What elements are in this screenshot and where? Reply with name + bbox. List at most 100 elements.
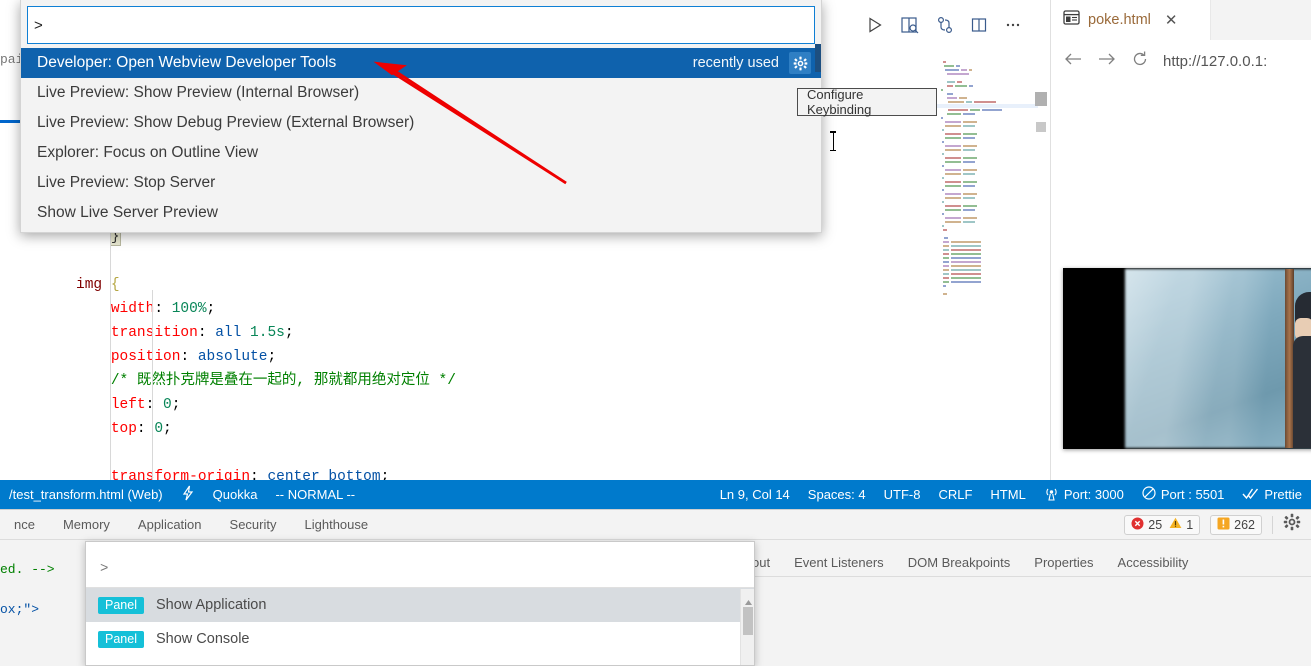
reload-icon[interactable] (1131, 50, 1149, 73)
split-editor-icon[interactable] (970, 16, 988, 34)
source-control-compare-icon[interactable] (936, 16, 954, 34)
devtools-status-area[interactable]: 25 1 262 (1124, 513, 1311, 536)
circle-slash-icon (1142, 486, 1156, 503)
command-palette-input[interactable] (27, 6, 815, 44)
code-line[interactable]: transform-origin: center bottom; (0, 465, 1040, 480)
devtools-command-options[interactable]: PanelShow ApplicationPanelShow ConsolePa… (86, 588, 754, 665)
devtools-tab[interactable]: nce (0, 517, 49, 532)
minimap-segment (950, 280, 981, 283)
minimap-segment (950, 244, 981, 247)
minimap-row (930, 80, 1038, 83)
status-bar-left[interactable]: /test_transform.html (Web) Quokka -- NORMA… (0, 480, 364, 509)
minimap-segment (963, 148, 975, 151)
minimap-segment (942, 252, 949, 255)
minimap-segment (948, 100, 964, 103)
scrollbar-thumb[interactable] (743, 607, 753, 635)
minimap-row (930, 120, 1038, 123)
code-line[interactable] (0, 441, 1040, 465)
palette-scrollbar[interactable] (815, 44, 821, 72)
minimap-row (930, 264, 1038, 267)
status-bar-item[interactable]: -- NORMAL -- (266, 480, 364, 509)
minimap-row (930, 196, 1038, 199)
devtools-command-badge: Panel (98, 596, 144, 614)
devtools-subtab[interactable]: Event Listeners (782, 555, 896, 570)
code-line[interactable]: left: 0; (0, 393, 1040, 417)
status-bar-item[interactable]: Port: 3000 (1035, 480, 1133, 509)
status-bar-item[interactable]: Port : 5501 (1133, 480, 1234, 509)
devtools-command-scrollbar[interactable] (740, 589, 754, 665)
minimap-row (930, 192, 1038, 195)
code-line[interactable] (0, 249, 1040, 273)
minimap-row (930, 260, 1038, 263)
split-preview-icon[interactable] (900, 16, 920, 34)
minimap-row (930, 220, 1038, 223)
error-count-badge[interactable]: 25 1 (1124, 514, 1201, 535)
editor-code-area[interactable]: } img { width: 100%; transition: all 1.5… (0, 225, 1040, 480)
minimap-segment (941, 164, 944, 167)
status-bar-item[interactable]: Prettie (1233, 480, 1311, 509)
back-arrow-icon[interactable] (1063, 51, 1083, 72)
command-palette-item[interactable]: Live Preview: Stop Server (21, 168, 821, 198)
devtools-subtab[interactable]: DOM Breakpoints (896, 555, 1023, 570)
status-bar-item-label: Prettie (1264, 487, 1302, 502)
status-bar-item[interactable]: HTML (981, 480, 1034, 509)
command-palette-item[interactable]: Live Preview: Show Preview (Internal Bro… (21, 78, 821, 108)
code-token: ; (284, 325, 294, 341)
status-bar-item[interactable] (172, 480, 204, 509)
devtools-command-option[interactable]: Panel (86, 656, 754, 665)
issue-count-badge[interactable]: 262 (1210, 514, 1262, 535)
code-line[interactable]: /* 既然扑克牌是叠在一起的, 那就都用绝对定位 */ (0, 369, 1040, 393)
command-palette-list[interactable]: Developer: Open Webview Developer Tools r… (21, 48, 821, 232)
editor-action-bar[interactable] (866, 10, 1046, 40)
devtools-tab[interactable]: Memory (49, 517, 124, 532)
devtools-command-option[interactable]: Panel Show Console (86, 622, 754, 656)
minimap-row (930, 72, 1038, 75)
devtools-tab[interactable]: Application (124, 517, 216, 532)
minimap-row (930, 144, 1038, 147)
code-line[interactable]: width: 100%; (0, 297, 1040, 321)
devtools-tabbar[interactable]: nce Memory Application Security Lighthouse 2… (0, 510, 1311, 540)
devtools-tab[interactable]: Security (216, 517, 291, 532)
gear-icon[interactable] (789, 52, 811, 74)
status-bar-right[interactable]: Ln 9, Col 14 Spaces: 4 UTF-8 CRLF HTML Port: … (711, 480, 1311, 509)
command-palette-item[interactable]: Explorer: Focus on Outline View (21, 138, 821, 168)
minimap-segment (942, 260, 949, 263)
close-icon[interactable]: ✕ (1165, 11, 1178, 29)
editor-minimap[interactable] (930, 60, 1038, 478)
more-actions-icon[interactable] (1004, 16, 1022, 34)
minimap-row (930, 180, 1038, 183)
minimap-slider-secondary[interactable] (1036, 122, 1046, 132)
minimap-row (930, 272, 1038, 275)
minimap-row (930, 136, 1038, 139)
forward-arrow-icon[interactable] (1097, 51, 1117, 72)
gear-icon[interactable] (1283, 513, 1301, 536)
browser-tab[interactable]: poke.html ✕ (1051, 0, 1211, 40)
minimap-slider[interactable] (1035, 92, 1047, 106)
command-palette-item[interactable]: Show Live Server Preview (21, 198, 821, 228)
status-bar-item[interactable]: /test_transform.html (Web) (0, 480, 172, 509)
devtools-subtab[interactable]: Accessibility (1106, 555, 1201, 570)
code-line[interactable]: transition: all 1.5s; (0, 321, 1040, 345)
minimap-segment (963, 216, 977, 219)
status-bar-item[interactable]: Quokka (204, 480, 267, 509)
devtools-sub-tabbar[interactable]: out Event Listeners DOM Breakpoints Propert… (740, 549, 1311, 577)
editor-blue-rule-left (0, 120, 20, 123)
status-bar-item[interactable]: Ln 9, Col 14 (711, 480, 799, 509)
status-bar-item[interactable]: Spaces: 4 (799, 480, 875, 509)
code-line[interactable]: top: 0; (0, 417, 1040, 441)
command-palette-item[interactable]: Live Preview: Show Debug Preview (Extern… (21, 108, 821, 138)
devtools-command-option[interactable]: Panel Show Application (86, 588, 754, 622)
command-palette-item[interactable]: Developer: Open Webview Developer Tools r… (21, 48, 821, 78)
minimap-segment (945, 172, 961, 175)
devtools-command-input[interactable]: > (86, 542, 754, 588)
minimap-segment (961, 68, 967, 71)
browser-url[interactable]: http://127.0.0.1: (1163, 53, 1267, 70)
status-bar-item[interactable]: CRLF (929, 480, 981, 509)
run-icon[interactable] (866, 16, 884, 34)
code-line[interactable]: img { (0, 273, 1040, 297)
status-bar-item[interactable]: UTF-8 (875, 480, 930, 509)
devtools-tab[interactable]: Lighthouse (291, 517, 383, 532)
code-line[interactable]: position: absolute; (0, 345, 1040, 369)
minimap-row (930, 64, 1038, 67)
devtools-subtab[interactable]: Properties (1022, 555, 1105, 570)
